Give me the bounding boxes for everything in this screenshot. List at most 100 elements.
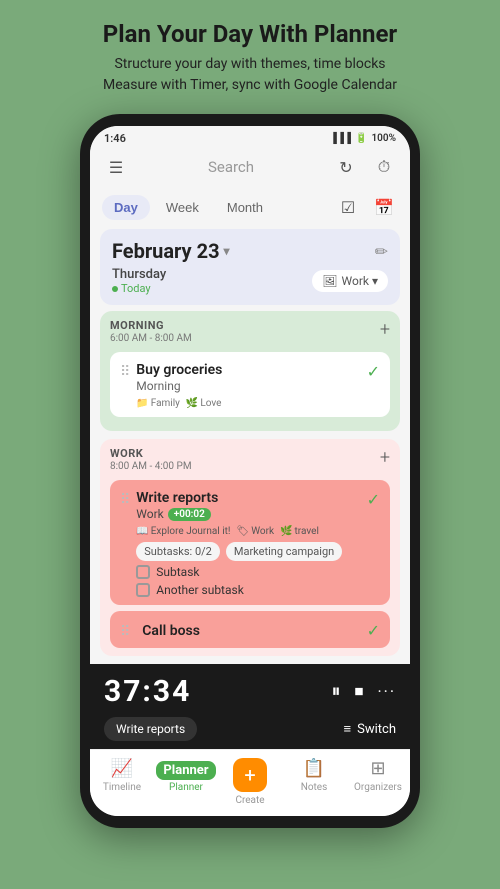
status-time: 1:46 — [104, 132, 126, 145]
groceries-task-card[interactable]: ⠿ Buy groceries Morning 📁 Family 🌿 Love — [110, 352, 390, 417]
groceries-task-title: Buy groceries — [136, 362, 366, 378]
timer-label-row: Write reports ≡ Switch — [104, 717, 396, 741]
subtask-1-checkbox[interactable] — [136, 565, 150, 579]
battery-percent: 100% — [371, 133, 396, 144]
work-section: WORK 8:00 AM - 4:00 PM + ⠿ Write reports… — [100, 439, 400, 656]
timeline-label: Timeline — [103, 782, 141, 793]
search-input[interactable]: Search — [130, 158, 332, 176]
date-tabs: Day Week Month — [102, 195, 275, 220]
date-text: February 23 — [112, 239, 220, 263]
hamburger-menu-button[interactable]: ☰ — [102, 153, 130, 181]
work-label: Work — [136, 507, 163, 521]
work-section-header: WORK 8:00 AM - 4:00 PM + — [110, 447, 390, 472]
timer-button[interactable]: ⏱ — [370, 153, 398, 181]
timer-controls: ⏸ ⏹ ··· — [331, 681, 396, 702]
subtask-1-label: Subtask — [156, 565, 199, 579]
call-boss-task-card[interactable]: ⠿ Call boss ✓ — [110, 611, 390, 648]
tab-week[interactable]: Week — [154, 195, 211, 220]
write-reports-check-icon[interactable]: ✓ — [367, 490, 380, 509]
journal-label: Explore Journal it! — [151, 526, 231, 537]
work-tag-label: Work ▾ — [342, 274, 378, 288]
planner-badge: Planner — [156, 761, 215, 780]
timer-icon: ⏱ — [378, 157, 390, 177]
write-reports-task-content: Write reports Work +00:02 📖 Explore Jour… — [136, 490, 366, 597]
subtask-badges: Subtasks: 0/2 Marketing campaign — [136, 542, 366, 561]
page-title: Plan Your Day With Planner — [103, 20, 397, 48]
groceries-task-content: Buy groceries Morning 📁 Family 🌿 Love — [136, 362, 366, 409]
tab-day[interactable]: Day — [102, 195, 150, 220]
date-edit-button[interactable]: ✏ — [375, 242, 388, 261]
morning-add-button[interactable]: + — [380, 319, 390, 340]
timer-display-row: 37:34 ⏸ ⏹ ··· — [104, 674, 396, 709]
nav-create[interactable]: + Create — [218, 758, 282, 806]
hamburger-icon: ☰ — [109, 158, 123, 177]
call-boss-check-icon[interactable]: ✓ — [367, 621, 380, 640]
travel-icon: 🌿 — [280, 526, 292, 537]
battery-icon: 🔋 — [355, 133, 367, 144]
travel-tag: 🌿 travel — [280, 526, 319, 537]
date-sub: Thursday Today 🖼 Work ▾ — [112, 267, 388, 295]
bottom-timer: 37:34 ⏸ ⏹ ··· Write reports ≡ Switch — [90, 664, 410, 749]
checklist-icon[interactable]: ☑ — [334, 193, 362, 221]
nav-notes[interactable]: 📋 Notes — [282, 758, 346, 806]
bottom-nav: 📈 Timeline Planner Planner + Create 📋 No… — [90, 749, 410, 816]
nav-planner[interactable]: Planner Planner — [154, 758, 218, 806]
signal-icon: ▐▐▐ — [330, 133, 351, 144]
timer-badge: +00:02 — [168, 508, 211, 521]
refresh-icon: ↻ — [339, 158, 352, 177]
work-add-button[interactable]: + — [380, 447, 390, 468]
phone-screen: 1:46 ▐▐▐ 🔋 100% ☰ Search ↻ ⏱ — [90, 126, 410, 816]
switch-button[interactable]: ≡ Switch — [344, 721, 396, 737]
timer-display: 37:34 — [104, 674, 191, 709]
drag-handle-work-icon: ⠿ — [120, 492, 130, 508]
switch-label: Switch — [357, 722, 396, 737]
groceries-task-subtitle: Morning — [136, 379, 366, 393]
subtask-1-row: Subtask — [136, 565, 366, 579]
create-label: Create — [235, 795, 264, 806]
marketing-badge: Marketing campaign — [226, 542, 342, 561]
morning-section-time: 6:00 AM - 8:00 AM — [110, 333, 192, 344]
love-tag: 🌿 Love — [186, 398, 222, 409]
write-reports-subtitle: Work +00:02 — [136, 507, 366, 521]
status-icons: ▐▐▐ 🔋 100% — [330, 133, 396, 144]
planner-icon: Planner — [156, 758, 215, 779]
groceries-check-icon[interactable]: ✓ — [367, 362, 380, 381]
planner-label: Planner — [169, 782, 203, 793]
create-icon: + — [233, 758, 267, 792]
tag-work-label: Work — [251, 526, 274, 537]
drag-handle-icon: ⠿ — [120, 364, 130, 380]
tab-row: Day Week Month ☑ 📅 — [90, 189, 410, 229]
notes-icon: 📋 — [303, 758, 325, 779]
switch-lines-icon: ≡ — [344, 721, 352, 737]
date-title: February 23 ▾ — [112, 239, 230, 263]
subtask-2-checkbox[interactable] — [136, 583, 150, 597]
timer-pause-button[interactable]: ⏸ — [331, 681, 340, 702]
morning-section: MORNING 6:00 AM - 8:00 AM + ⠿ Buy grocer… — [100, 311, 400, 431]
organizers-label: Organizers — [354, 782, 402, 793]
work-section-title: WORK — [110, 447, 192, 460]
subtask-2-row: Another subtask — [136, 583, 366, 597]
timer-more-button[interactable]: ··· — [377, 682, 396, 701]
work-section-info: WORK 8:00 AM - 4:00 PM — [110, 447, 192, 472]
top-bar-icons: ↻ ⏱ — [332, 153, 398, 181]
family-tag-label: Family — [151, 398, 180, 409]
refresh-button[interactable]: ↻ — [332, 153, 360, 181]
nav-timeline[interactable]: 📈 Timeline — [90, 758, 154, 806]
search-placeholder: Search — [208, 158, 254, 176]
date-chevron[interactable]: ▾ — [224, 244, 230, 258]
timer-label-badge: Write reports — [104, 717, 197, 741]
tab-month[interactable]: Month — [215, 195, 275, 220]
tab-right-icons: ☑ 📅 — [334, 193, 398, 221]
folder-icon: 📁 — [136, 398, 148, 409]
day-name: Thursday — [112, 267, 166, 282]
leaf-icon: 🌿 — [186, 398, 198, 409]
morning-section-info: MORNING 6:00 AM - 8:00 AM — [110, 319, 192, 344]
groceries-task-tags: 📁 Family 🌿 Love — [136, 398, 366, 409]
nav-organizers[interactable]: ⊞ Organizers — [346, 758, 410, 806]
notes-label: Notes — [301, 782, 328, 793]
date-header: February 23 ▾ ✏ Thursday Today 🖼 Work ▾ — [100, 229, 400, 305]
write-reports-task-card[interactable]: ⠿ Write reports Work +00:02 📖 Explore Jo… — [110, 480, 390, 605]
calendar-icon[interactable]: 📅 — [370, 193, 398, 221]
timer-stop-button[interactable]: ⏹ — [354, 681, 363, 702]
work-tag-button[interactable]: 🖼 Work ▾ — [312, 270, 388, 292]
